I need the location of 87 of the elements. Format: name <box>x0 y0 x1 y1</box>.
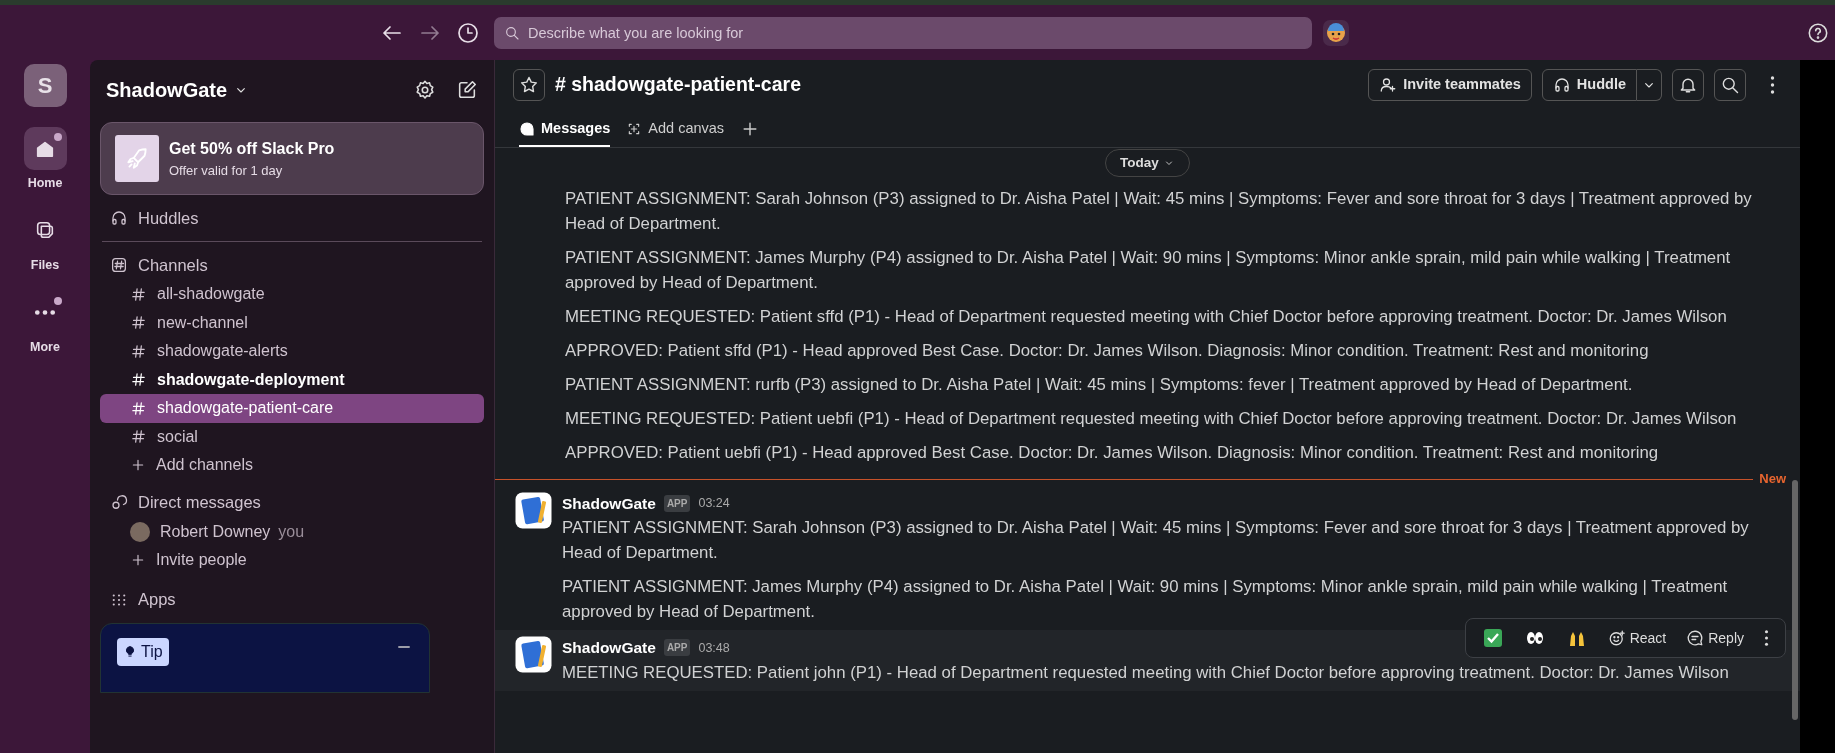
message-text: PATIENT ASSIGNMENT: James Murphy (P4) assigned to Dr. Aisha Patel | Wait: 90 mins | Symptoms: Minor ankle sprain, mild pain while walking | Treatment approved by Head of Department. <box>562 576 1729 624</box>
message-text: APPROVED: Patient sffd (P1) - Head approved Best Case. Doctor: Dr. James Wilson. Diagnosis: Minor condition. Treatment: Rest and monitoring <box>564 340 1650 362</box>
notifications-button[interactable] <box>1672 69 1704 101</box>
lightbulb-icon <box>123 644 137 659</box>
message-text: PATIENT ASSIGNMENT: Sarah Johnson (P3) assigned to Dr. Aisha Patel | Wait: 45 mins | Symptoms: Fever and sore throat for 3 days | Treatment approved by Head of Department. <box>564 188 1753 235</box>
star-icon <box>519 75 539 95</box>
notebook-avatar-icon[interactable] <box>515 492 552 529</box>
channels-heading[interactable]: Channels <box>100 250 484 280</box>
invite-people-item[interactable]: Invite people <box>100 546 484 575</box>
kebab-icon <box>1764 629 1769 648</box>
assistant-icon[interactable] <box>1322 18 1350 47</box>
check-mark-emoji-icon[interactable] <box>1482 628 1503 649</box>
chat-bubble-icon <box>519 120 535 137</box>
rail-label[interactable]: More <box>30 337 60 357</box>
hash-icon <box>130 371 147 389</box>
hash-icon <box>130 314 147 332</box>
headphones-icon <box>110 209 128 227</box>
reply-icon <box>1686 629 1705 648</box>
add-channels-item[interactable]: Add channels <box>100 451 484 480</box>
promo-title: Get 50% off Slack Pro <box>169 138 335 159</box>
invite-teammates-button[interactable]: Invite teammates <box>1368 69 1532 101</box>
dm-item[interactable]: Robert Downey you <box>100 517 484 546</box>
unread-dot <box>53 296 62 305</box>
add-emoji-icon <box>1607 629 1626 648</box>
more-icon <box>34 308 56 316</box>
rail-home-button[interactable] <box>23 127 67 170</box>
star-button[interactable] <box>513 69 545 101</box>
reply-button[interactable]: Reply <box>1678 625 1752 651</box>
scrollbar-thumb[interactable] <box>1792 480 1798 720</box>
app-badge: APP <box>663 639 691 657</box>
hash-icon <box>130 399 147 417</box>
apps-item[interactable]: Apps <box>100 584 484 615</box>
channel-item[interactable]: all-shadowgate <box>100 280 484 309</box>
message-text: MEETING REQUESTED: Patient uebfi (P1) - Head of Department requested meeting with Chief Doctor before approving treatment. Doctor: Dr. James Wilson <box>564 408 1738 430</box>
huddles-item[interactable]: Huddles <box>100 203 484 233</box>
chat-bubbles-icon <box>110 493 128 512</box>
channel-title: # shadowgate-patient-care <box>555 72 801 98</box>
message-text: MEETING REQUESTED: Patient john (P1) - Head of Department requested meeting with Chief Doctor before approving treatment. Doctor: Dr. James Wilson <box>562 661 1730 684</box>
kebab-icon <box>1769 75 1775 95</box>
search-button[interactable] <box>1714 69 1746 101</box>
add-person-icon <box>1379 76 1398 94</box>
message-time[interactable]: 03:48 <box>698 638 730 658</box>
compose-icon[interactable] <box>456 79 478 101</box>
search-icon <box>1720 75 1740 95</box>
channels-icon <box>110 256 128 274</box>
you-label: you <box>278 521 305 542</box>
rail-label[interactable]: Files <box>30 255 60 275</box>
direct-messages-heading[interactable]: Direct messages <box>100 487 484 518</box>
dm-name: Robert Downey <box>160 521 271 542</box>
message-text: PATIENT ASSIGNMENT: James Murphy (P4) assigned to Dr. Aisha Patel | Wait: 90 mins | Symptoms: Minor ankle sprain, mild pain while walking | Treatment approved by Head of Department. <box>564 247 1732 294</box>
notebook-avatar-icon[interactable] <box>515 636 552 674</box>
rocket-icon <box>115 135 159 182</box>
message-text: PATIENT ASSIGNMENT: rurfb (P3) assigned to Dr. Aisha Patel | Wait: 45 mins | Symptoms: fever | Treatment approved by Head of Department. <box>564 374 1634 396</box>
channel-tab[interactable]: Add canvas <box>626 117 725 148</box>
message-text: APPROVED: Patient uebfi (P1) - Head approved Best Case. Doctor: Dr. James Wilson. Diagnosis: Minor condition. Treatment: Rest and monitoring <box>564 442 1660 464</box>
history-icon[interactable] <box>456 20 480 45</box>
headphones-icon <box>1552 76 1571 94</box>
channel-item[interactable]: shadowgate-deployment <box>100 365 484 394</box>
hash-icon <box>130 342 147 360</box>
huddle-options-button[interactable] <box>1637 69 1662 101</box>
workspace-name[interactable]: ShadowGate <box>106 75 228 105</box>
hash-icon <box>130 285 147 303</box>
message-text: PATIENT ASSIGNMENT: Sarah Johnson (P3) assigned to Dr. Aisha Patel | Wait: 45 mins | Symptoms: Fever and sore throat for 3 days | Treatment approved by Head of Department. <box>562 517 1750 565</box>
help-icon[interactable] <box>1807 21 1829 44</box>
search-field[interactable]: Describe what you are looking for <box>494 16 1312 49</box>
app-badge: APP <box>663 495 691 513</box>
huddle-button[interactable]: Huddle <box>1541 69 1637 101</box>
unread-dot <box>53 133 62 141</box>
promo-subtitle: Offer valid for 1 day <box>169 161 284 180</box>
rail-label[interactable]: Home <box>27 174 63 193</box>
avatar-icon <box>130 521 150 542</box>
channel-item[interactable]: social <box>100 422 484 451</box>
author-name[interactable]: ShadowGate <box>562 636 656 660</box>
react-button[interactable]: React <box>1599 625 1675 651</box>
settings-icon[interactable] <box>414 79 436 101</box>
channel-item[interactable]: new-channel <box>100 308 484 337</box>
today-button[interactable]: Today <box>1105 148 1190 178</box>
message-time[interactable]: 03:24 <box>698 494 730 513</box>
message-text: MEETING REQUESTED: Patient sffd (P1) - Head of Department requested meeting with Chief Doctor before approving treatment. Doctor: Dr. James Wilson <box>564 306 1728 328</box>
channel-item[interactable]: shadowgate-alerts <box>100 337 484 366</box>
channel-item[interactable]: shadowgate-patient-care <box>100 394 484 423</box>
promo-card[interactable]: Get 50% off Slack Pro Offer valid for 1 day <box>100 122 484 195</box>
tip-badge: Tip <box>117 637 169 666</box>
workspace-icon[interactable]: S <box>23 64 67 107</box>
channel-tab[interactable]: Messages <box>519 117 611 148</box>
author-name[interactable]: ShadowGate <box>562 492 656 516</box>
hash-icon <box>130 428 147 446</box>
